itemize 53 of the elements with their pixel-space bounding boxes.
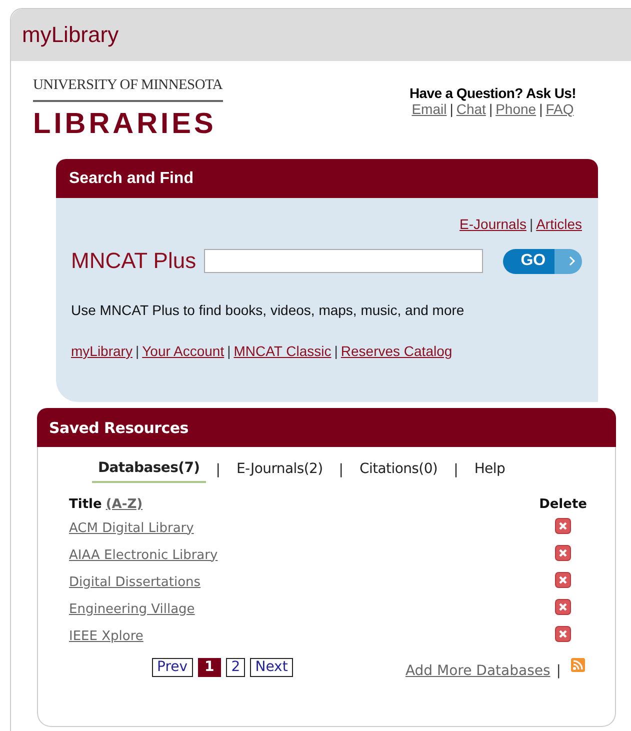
separator: | [135,343,140,359]
database-link[interactable]: AIAA Electronic Library [69,548,218,562]
database-link[interactable]: ACM Digital Library [69,520,194,536]
go-button[interactable]: GO [502,248,582,274]
separator: | [556,663,561,679]
column-header: Delete [538,496,587,514]
university-logo: UNIVERSITY OF MINNESOTA LIBRARIES [33,77,223,142]
page-button[interactable]: 2 [226,658,246,676]
delete-icon[interactable] [555,518,571,534]
panel-title: Search and Find [69,170,194,188]
sort-link[interactable]: (A-Z) [106,497,143,512]
separator: | [334,343,338,359]
search-field[interactable] [204,249,483,273]
delete-icon[interactable] [555,545,571,561]
help-link[interactable]: Chat [456,101,486,117]
tab[interactable]: Citations(0) [354,458,444,482]
chevron-icon [568,255,576,267]
database-link[interactable]: Engineering Village [69,602,195,616]
help-link[interactable]: Email [412,101,447,117]
separator: | [488,101,493,117]
catalog-link[interactable]: Reserves Catalog [340,343,452,359]
panel-title: Saved Resources [49,418,188,436]
catalog-link[interactable]: Your Account [142,343,224,359]
tab[interactable]: Databases(7) [92,457,206,483]
separator: | [227,343,231,359]
catalog-link[interactable]: MNCAT Classic [234,343,332,359]
delete-icon[interactable] [555,599,571,615]
tab[interactable]: Help [468,458,512,482]
page-button[interactable]: 1 [198,658,222,676]
resource-link[interactable]: E-Journals [460,216,526,232]
prev-button[interactable]: Prev [152,658,193,676]
delete-icon[interactable] [555,626,571,642]
resource-link[interactable]: Articles [536,216,582,232]
database-link[interactable]: IEEE Xplore [69,628,144,644]
add-databases-link[interactable]: Add More Databases [405,663,550,679]
help-link[interactable]: Phone [496,101,536,117]
next-button[interactable]: Next [250,658,293,676]
separator: | [529,216,534,232]
separator: | [539,101,543,117]
separator: | [216,462,220,478]
delete-icon[interactable] [555,572,571,588]
tab[interactable]: E-Journals(2) [230,458,329,482]
database-link[interactable]: Digital Dissertations [69,574,201,590]
separator: | [454,462,458,478]
column-header: Title [69,497,102,512]
help-heading: Have a Question? Ask Us! [409,85,576,101]
page-title: myLibrary [22,22,119,48]
separator: | [450,101,454,117]
search-description: Use MNCAT Plus to find books, videos, maps, music, and more [71,302,466,318]
separator: | [338,462,344,478]
help-link[interactable]: FAQ [546,101,574,117]
catalog-link[interactable]: myLibrary [71,343,132,359]
search-label: MNCAT Plus [71,248,196,274]
